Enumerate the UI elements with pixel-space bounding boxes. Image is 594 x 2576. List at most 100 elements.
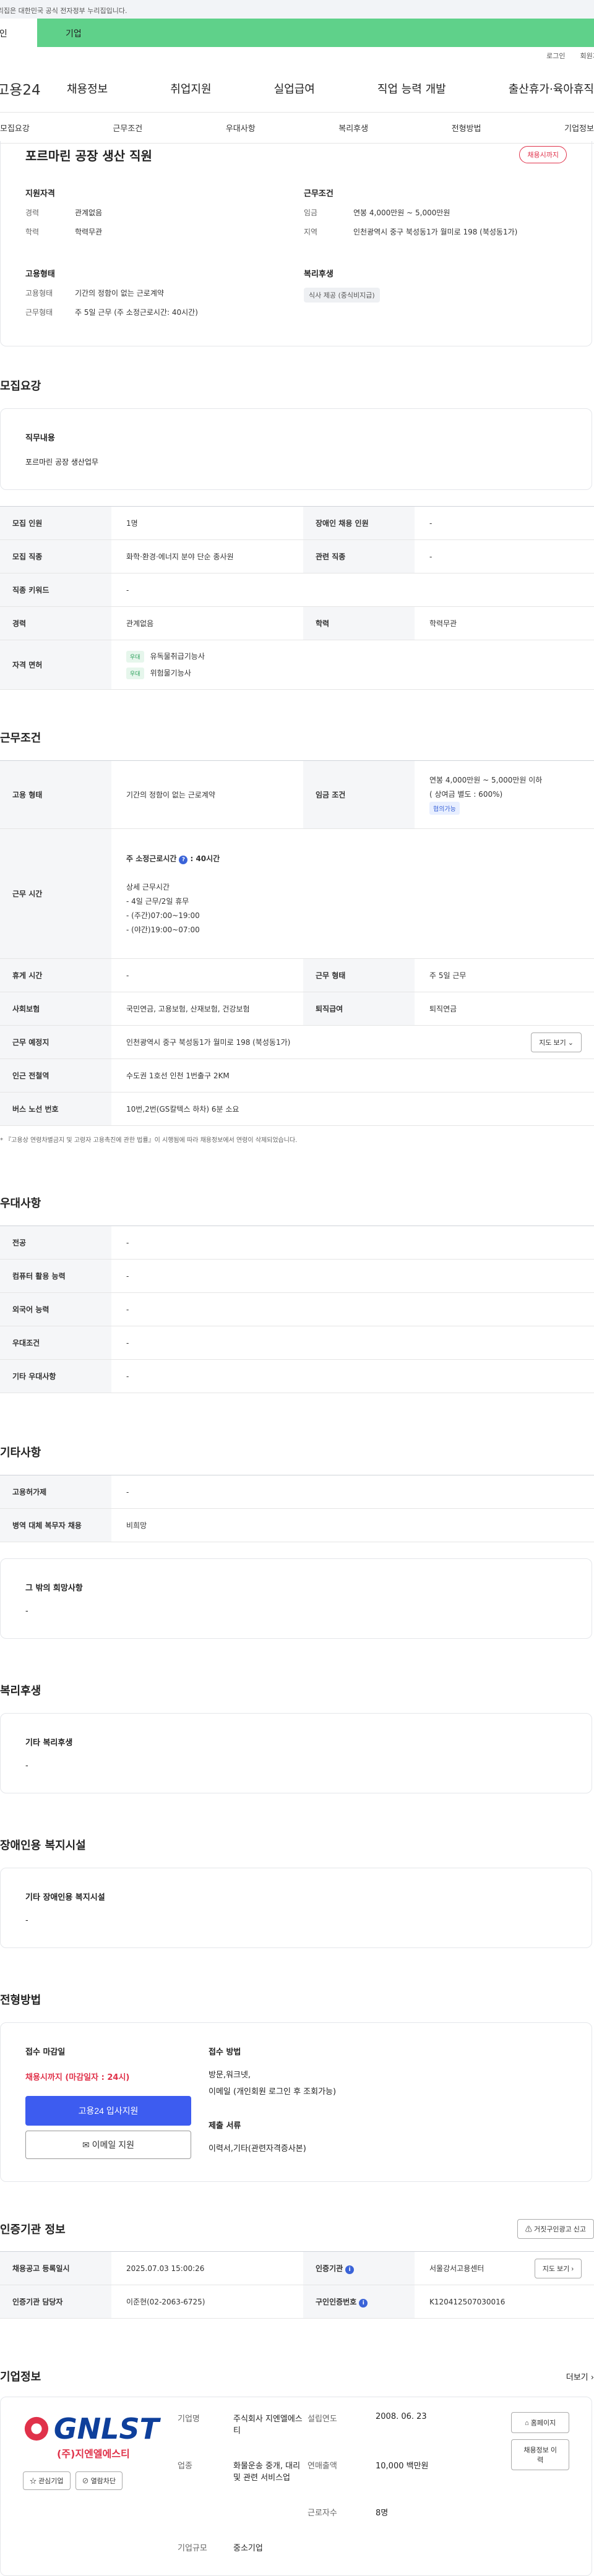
info-icon[interactable]: i [345,2265,355,2274]
welfare-title: 복리후생 [304,270,334,279]
hours-line: - 4일 근무/2일 휴무 [126,896,189,906]
cell-value: 퇴직연금 [415,992,594,1026]
cell-value: - [111,1359,594,1393]
report-button[interactable]: ⚠ 거짓구인광고 신고 [517,2219,594,2239]
tab-company[interactable]: 기업 [37,19,594,47]
email-apply-button[interactable]: ✉ 이메일 지원 [25,2131,191,2159]
map-button[interactable]: 지도 보기 ⌄ [531,1032,582,1052]
company-section-title: 기업정보 [0,2371,41,2384]
signup-link[interactable]: 회원가입 [580,51,594,61]
company-card: GNLST (주)지엔엘에스티 ☆ 관심기업 ⊘ 열람차단 기업명 주식회사 지엔… [0,2397,592,2576]
snb-conditions[interactable]: 근무조건 [113,122,142,134]
agency-section-title: 인증기관 정보 [0,2223,66,2236]
welfare-chip: 식사 제공 (중식비지급) [304,288,380,303]
agency-map-button[interactable]: 지도 보기 › [534,2258,582,2278]
table-row: 모집 인원 1명 장애인 채용 인원 - [0,506,594,540]
cell-label: 사회보험 [0,992,111,1026]
recruit-section-title: 모집요강 [0,380,41,393]
worktype-value: 주 5일 근무 (주 소정근로시간: 40시간) [75,308,198,317]
util-nav: 로그인 회원가입 [0,47,594,64]
apply-button[interactable]: 고용24 입사지원 [25,2096,191,2126]
hours-cell: 주 소정근로시간?: 40시간 상세 근무시간 - 4일 근무/2일 휴무 - … [111,828,594,959]
career-label: 경력 [25,208,40,217]
job-history-button[interactable]: 채용정보 이력 [511,2439,569,2470]
selection-section-title: 전형방법 [0,1994,41,2007]
cell-label: 경력 [0,606,111,640]
table-row: 병역 대체 복무자 채용 비희망 [0,1508,594,1542]
job-title: 포르마린 공장 생산 직원 [25,148,152,163]
cell-label: 고용 형태 [0,760,111,829]
nav-job-training[interactable]: 직업 능력 개발 [377,80,446,97]
cell-label: 병역 대체 복무자 채용 [0,1508,111,1542]
disabled-box-value: - [25,1916,28,1925]
snb-selection[interactable]: 전형방법 [452,122,481,134]
table-row: 사회보험 국민연금, 고용보험, 산재보험, 건강보험 퇴직급여 퇴직연금 [0,992,594,1026]
method-value: 방문,워크넷, [209,2071,251,2080]
cell-value: 비희망 [111,1508,594,1542]
favorite-company-button[interactable]: ☆ 관심기업 [23,2471,71,2490]
snb-company[interactable]: 기업정보 [564,122,594,134]
cell-label: 모집 인원 [0,506,111,540]
area-value: 인천광역시 중구 북성동1가 월미로 198 (북성동1가) [353,228,518,236]
cell-label: 근무 예정지 [0,1025,111,1059]
site-logo[interactable]: 고용24 [0,78,67,99]
etc-box-label: 그 밖의 희망사항 [25,1584,83,1593]
est-value: 2008. 06. 23 [376,2412,427,2421]
etc-box-value: - [25,1607,28,1616]
license-item: 위험물기능사 [150,668,191,677]
nav-jobs[interactable]: 채용정보 [67,80,108,97]
gov-banner: 이 누리집은 대한민국 공식 전자정부 누리집입니다. [0,0,594,19]
report-button-label: 거짓구인광고 신고 [533,2226,586,2233]
agency-table: 채용공고 등록일시 2025.07.03 15:00:26 인증기관 i 서울강서고용센… [0,2251,594,2319]
career-value: 관계없음 [75,208,103,217]
snb-welfare[interactable]: 복리후생 [338,122,368,134]
site-logo-text: 고용24 [0,82,41,98]
company-name-label: 기업명 [178,2415,200,2424]
table-row: 인증기관 담당자 이준현(02-2063-6725) 구인인증번호 i K1204125… [0,2285,594,2319]
cell-value: K120412507030016 [415,2285,594,2319]
duty-value: 포르마린 공장 생산업무 [25,458,99,466]
cell-value: 1명 [111,506,303,540]
cell-value: 10번,2번(GS칼텍스 하차) 6분 소요 [111,1092,594,1126]
company-name-value: 주식회사 지엔엘에스티 [233,2415,303,2436]
area-label: 지역 [304,228,318,236]
nav-unemployment-benefit[interactable]: 실업급여 [274,80,315,97]
cell-value: - [111,1226,594,1260]
method-value-2: 이메일 (개인회원 로그인 후 조회가능) [209,2087,337,2097]
gov-banner-text: 이 누리집은 대한민국 공식 전자정부 누리집입니다. [0,7,127,15]
map-button-label: 지도 보기 [539,1039,566,1047]
table-row: 기타 우대사항 - [0,1359,594,1393]
logo-sub: (주)지엔엘에스티 [57,2448,130,2460]
more-label: 더보기 [566,2372,588,2382]
cell-label: 기타 우대사항 [0,1359,111,1393]
wage-label: 임금 [304,208,318,217]
nav-employment-support[interactable]: 취업지원 [170,80,211,97]
wage-value: 연봉 4,000만원 ~ 5,000만원 [353,208,450,217]
job-history-label: 채용정보 이력 [523,2447,557,2464]
snb-recruit[interactable]: 모집요강 [0,122,30,134]
info-icon[interactable]: i [359,2298,368,2308]
more-link[interactable]: 더보기 › [566,2371,594,2382]
id-label: 구인인증번호 [316,2297,357,2306]
cell-label: 채용공고 등록일시 [0,2251,111,2285]
info-icon[interactable]: ? [179,855,188,864]
cell-value: 관계없음 [111,606,303,640]
login-link[interactable]: 로그인 [546,51,565,61]
disabled-section-title: 장애인용 복지시설 [0,1839,86,1852]
table-row: 직종 키워드 - [0,573,594,607]
snb-preference[interactable]: 우대사항 [226,122,256,134]
block-button[interactable]: ⊘ 열람차단 [75,2471,123,2490]
org-value: 서울강서고용센터 [429,2264,484,2273]
table-row: 전공 - [0,1226,594,1260]
cell-value: - [415,539,594,573]
company-logo-icon [24,2416,49,2441]
edu-label: 학력 [25,228,40,236]
homepage-button[interactable]: ⌂ 홈페이지 [511,2412,569,2433]
employees-value: 8명 [376,2509,389,2518]
tab-personal[interactable]: 개인 [0,19,37,47]
nav-maternity-leave[interactable]: 출산휴가·육아휴직 [509,80,594,97]
table-row: 자격 면허 우대 유독물취급기능사 우대 위험물기능사 [0,640,594,690]
edu-value: 학력무관 [75,228,103,236]
cell-value: 화학·환경·에너지 분야 단순 종사원 [111,539,303,573]
agency-header: 인증기관 정보 ⚠ 거짓구인광고 신고 [0,2219,594,2239]
